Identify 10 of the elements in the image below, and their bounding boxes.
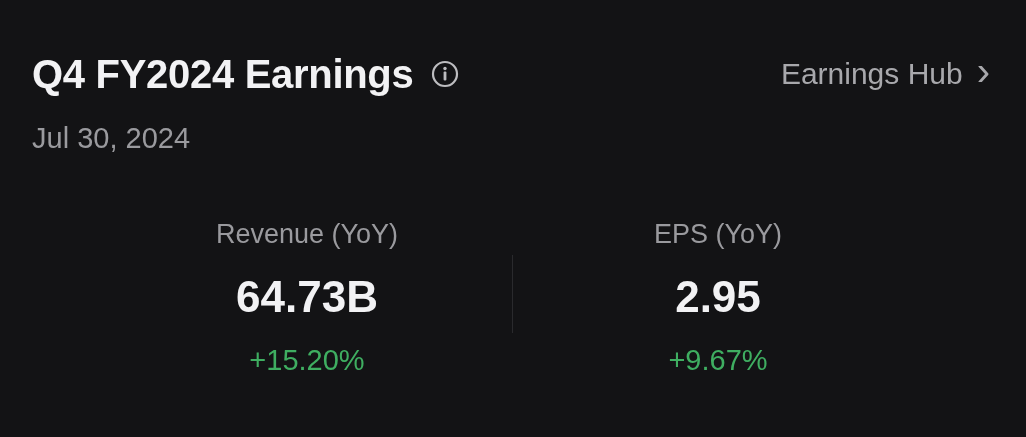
metric-value: 64.73B (236, 272, 378, 322)
metric-label: Revenue (YoY) (215, 219, 399, 250)
report-date: Jul 30, 2024 (32, 122, 191, 155)
metric-value: 2.95 (675, 272, 761, 322)
card-title: Q4 FY2024 Earnings (32, 51, 414, 97)
metric-change: +9.67% (668, 344, 768, 377)
earnings-hub-link[interactable]: Earnings Hub › (780, 57, 990, 91)
metric-change: +15.20% (249, 344, 365, 377)
info-icon[interactable] (431, 60, 460, 88)
metric-label: EPS (YoY) (653, 219, 783, 250)
